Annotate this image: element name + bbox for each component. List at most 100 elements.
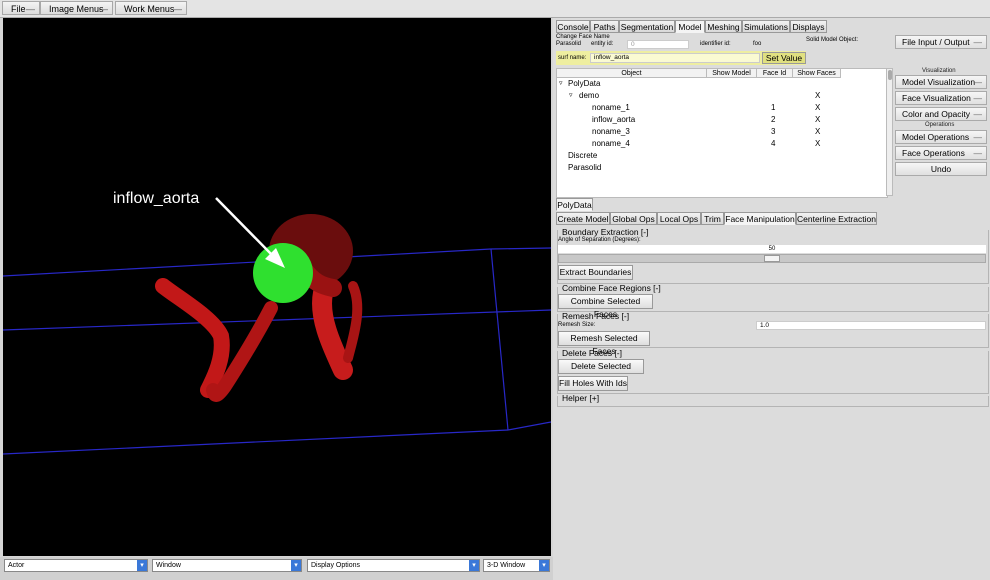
highlighted-face — [253, 243, 313, 303]
show-faces-flag[interactable]: X — [815, 114, 820, 126]
tab-centerline-extraction[interactable]: Centerline Extraction — [796, 212, 877, 225]
button-label: Face Visualization — [902, 93, 971, 103]
angle-value: 50 — [558, 245, 986, 253]
tab-simulations[interactable]: Simulations — [742, 20, 790, 33]
dropdown-icon: — — [973, 132, 983, 142]
remesh-size-input[interactable]: 1.0 — [756, 321, 986, 330]
combine-face-regions-title[interactable]: Combine Face Regions [-] — [562, 283, 661, 293]
tree-header-face-id: Face Id — [757, 69, 793, 78]
dropdown-icon: — — [973, 148, 983, 158]
button-label: Face Operations — [902, 148, 965, 158]
window-combo[interactable]: Window ▾ — [152, 559, 302, 572]
set-value-button[interactable]: Set Value — [762, 52, 806, 64]
tab-console[interactable]: Console — [556, 20, 590, 33]
button-label: Model Visualization — [902, 77, 976, 87]
show-faces-flag[interactable]: X — [815, 126, 820, 138]
file-input-output-button[interactable]: File Input / Output — — [895, 35, 987, 49]
model-operations-button[interactable]: Model Operations — — [895, 130, 987, 144]
model-tree: Object Show Model Face Id Show Faces ▿ P… — [556, 68, 888, 198]
undo-button[interactable]: Undo — [895, 162, 987, 176]
tab-face-manipulation[interactable]: Face Manipulation — [724, 212, 796, 225]
combo-label: Window — [156, 562, 181, 569]
3d-window-combo[interactable]: 3-D Window ▾ — [483, 559, 550, 572]
color-and-opacity-button[interactable]: Color and Opacity — — [895, 107, 987, 121]
tab-segmentation[interactable]: Segmentation — [619, 20, 675, 33]
scrollbar-thumb[interactable] — [888, 70, 892, 80]
model-visualization-button[interactable]: Model Visualization — — [895, 75, 987, 89]
tree-row-face[interactable]: noname_3 3 X — [557, 126, 887, 138]
3d-viewport[interactable]: inflow_aorta — [3, 18, 551, 556]
surf-name-input[interactable]: inflow_aorta — [590, 53, 760, 63]
chevron-down-icon: ▾ — [469, 560, 479, 571]
entity-id-label: entity id: — [591, 41, 614, 47]
combo-label: Display Options — [311, 562, 361, 569]
show-faces-flag[interactable]: X — [815, 90, 820, 102]
dropdown-icon: — — [973, 77, 983, 87]
tree-row-label: Parasolid — [568, 163, 602, 172]
delete-faces-title[interactable]: Delete Faces [-] — [562, 348, 622, 358]
remesh-selected-faces-button[interactable]: Remesh Selected Faces — [558, 331, 650, 356]
tree-row-parasolid[interactable]: Parasolid — [557, 162, 887, 174]
angle-label: Angle of Separation (Degrees): — [558, 237, 641, 243]
remesh-faces-title[interactable]: Remesh Faces [-] — [562, 311, 629, 321]
expand-triangle-icon: ▿ — [559, 80, 563, 87]
face-name: noname_1 — [592, 103, 630, 112]
tree-row-face[interactable]: noname_1 1 X — [557, 102, 887, 114]
fill-holes-with-ids-button[interactable]: Fill Holes With Ids — [558, 376, 628, 391]
combo-label: Actor — [8, 562, 25, 569]
tree-row-face[interactable]: inflow_aorta 2 X — [557, 114, 887, 126]
face-visualization-button[interactable]: Face Visualization — — [895, 91, 987, 105]
tab-local-ops[interactable]: Local Ops — [657, 212, 701, 225]
actor-combo[interactable]: Actor ▾ — [4, 559, 148, 572]
chevron-down-icon: ▾ — [137, 560, 147, 571]
show-faces-flag[interactable]: X — [815, 138, 820, 150]
face-id: 3 — [771, 127, 776, 136]
entity-id-field[interactable]: 0 — [627, 40, 689, 49]
menu-file[interactable]: File — — [2, 1, 40, 15]
boundary-extraction-title[interactable]: Boundary Extraction [-] — [562, 227, 648, 237]
tree-row-face[interactable]: noname_4 4 X — [557, 138, 887, 150]
tab-paths[interactable]: Paths — [590, 20, 619, 33]
tab-polydata[interactable]: PolyData — [556, 198, 593, 211]
menu-bar: File — Image Menus — Work Menus — — [0, 0, 990, 18]
slider-thumb[interactable] — [764, 255, 780, 262]
face-name: noname_4 — [592, 139, 630, 148]
helper-group — [557, 396, 989, 407]
menu-image[interactable]: Image Menus — — [40, 1, 113, 15]
tree-row-label: demo — [579, 91, 600, 100]
remesh-size-label: Remesh Size: — [558, 322, 596, 328]
dropdown-icon: — — [173, 4, 182, 14]
menu-work[interactable]: Work Menus — — [115, 1, 187, 15]
face-operations-button[interactable]: Face Operations — — [895, 146, 987, 160]
extract-boundaries-button[interactable]: Extract Boundaries — [558, 265, 633, 280]
face-annotation-label: inflow_aorta — [113, 190, 200, 207]
face-id: 4 — [771, 139, 776, 148]
button-label: Model Operations — [902, 132, 970, 142]
delete-selected-faces-button[interactable]: Delete Selected Faces — [558, 359, 644, 384]
combo-label: 3-D Window — [487, 562, 526, 569]
face-name: inflow_aorta — [592, 115, 636, 124]
identifier-id-label: identifier id: — [700, 41, 731, 47]
helper-title[interactable]: Helper [+] — [562, 393, 599, 403]
tree-row-label: PolyData — [568, 79, 601, 88]
tree-row-discrete[interactable]: Discrete — [557, 150, 887, 162]
combine-selected-faces-button[interactable]: Combine Selected Faces — [558, 294, 653, 319]
tab-create-model[interactable]: Create Model — [556, 212, 610, 225]
surf-name-label: surf name: — [558, 55, 587, 61]
angle-slider[interactable] — [558, 254, 986, 263]
tree-scrollbar[interactable] — [886, 68, 893, 196]
tab-meshing[interactable]: Meshing — [705, 20, 742, 33]
tab-model[interactable]: Model — [675, 20, 705, 33]
dropdown-icon: — — [973, 109, 983, 119]
tab-global-ops[interactable]: Global Ops — [610, 212, 657, 225]
tab-trim[interactable]: Trim — [701, 212, 724, 225]
tab-displays[interactable]: Displays — [790, 20, 827, 33]
show-faces-flag[interactable]: X — [815, 102, 820, 114]
menu-work-label: Work Menus — [124, 4, 175, 14]
tree-row-polydata[interactable]: ▿ PolyData — [557, 78, 887, 90]
dropdown-icon: — — [973, 93, 983, 103]
chevron-down-icon: ▾ — [291, 560, 301, 571]
tree-row-demo[interactable]: ▿ demo X — [557, 90, 887, 102]
face-id: 2 — [771, 115, 776, 124]
display-options-combo[interactable]: Display Options ▾ — [307, 559, 480, 572]
